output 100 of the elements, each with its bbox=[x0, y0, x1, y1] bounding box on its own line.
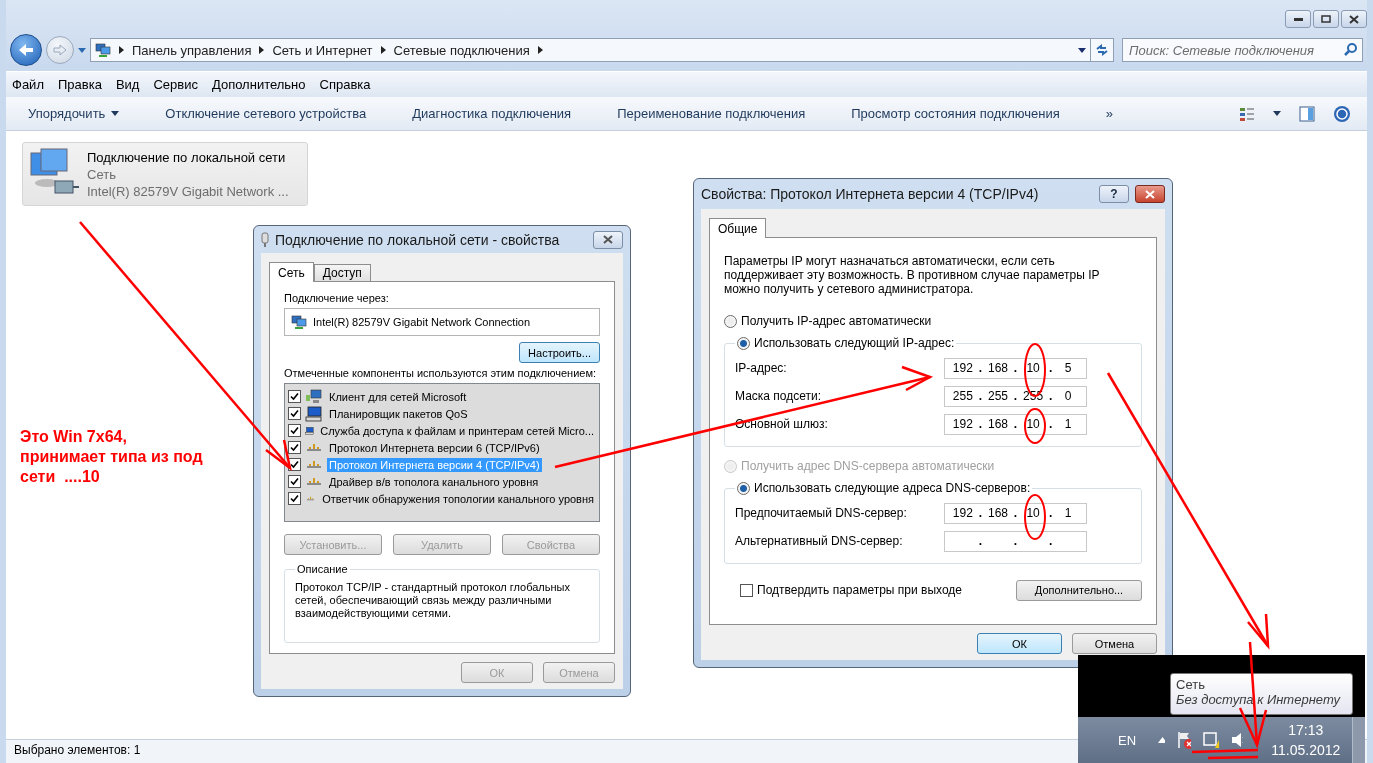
network-warning-icon[interactable] bbox=[1203, 731, 1219, 749]
component-item[interactable]: Клиент для сетей Microsoft bbox=[327, 389, 469, 404]
help-button[interactable]: ? bbox=[1099, 185, 1129, 203]
caret-icon bbox=[1273, 111, 1281, 116]
section-label: Подключение через: bbox=[284, 292, 390, 304]
component-item[interactable]: Планировщик пакетов QoS bbox=[327, 406, 470, 421]
octet-separator: . bbox=[1048, 361, 1053, 375]
component-item[interactable]: Служба доступа к файлам и принтерам сетей Micro... bbox=[318, 423, 596, 438]
breadcrumb-item[interactable]: Панель управления bbox=[132, 42, 252, 58]
toolbar-button[interactable]: Просмотр состояния подключения bbox=[845, 102, 1066, 125]
menu-item[interactable]: Дополнительно bbox=[211, 77, 306, 92]
octet-separator: . bbox=[1048, 506, 1053, 520]
field-label: Альтернативный DNS-сервер: bbox=[735, 534, 904, 548]
flag-error-icon[interactable] bbox=[1177, 731, 1192, 749]
component-item[interactable]: Ответчик обнаружения топологии канального уровня bbox=[320, 491, 596, 506]
section-label: Отмеченные компоненты используются этим подключением: bbox=[284, 367, 598, 379]
ip-address-field[interactable]: 192 . 168 . 10 . 1 bbox=[944, 502, 1087, 524]
protocol-icon bbox=[307, 478, 321, 485]
up-arrow-icon[interactable] bbox=[1158, 737, 1166, 743]
ip-octet: 1 bbox=[1063, 505, 1073, 521]
breadcrumb-item[interactable]: Сетевые подключения bbox=[393, 42, 530, 58]
close-button[interactable] bbox=[593, 230, 623, 249]
minimize-button[interactable] bbox=[1285, 10, 1311, 28]
tooltip-title: Сеть bbox=[1176, 677, 1206, 692]
advanced-button[interactable]: Дополнительно... bbox=[1016, 579, 1142, 601]
checkbox[interactable] bbox=[740, 583, 753, 597]
menu-item[interactable]: Файл bbox=[12, 77, 44, 92]
menu-item[interactable]: Вид bbox=[115, 77, 140, 92]
minimize-icon bbox=[1293, 17, 1303, 21]
checkbox[interactable] bbox=[288, 390, 301, 403]
refresh-button[interactable] bbox=[1090, 38, 1114, 62]
component-item[interactable]: Протокол Интернета версии 6 (TCP/IPv6) bbox=[327, 440, 542, 455]
close-button[interactable] bbox=[1341, 10, 1367, 28]
ip-octet: 192 bbox=[951, 416, 974, 432]
field-label: Предпочитаемый DNS-сервер: bbox=[735, 506, 908, 520]
radio-button[interactable] bbox=[737, 336, 750, 350]
tab[interactable]: Доступ bbox=[313, 264, 371, 281]
annotation-note: Это Win 7x64, принимает типа из под сети ....10 bbox=[20, 427, 204, 487]
breadcrumb-item[interactable]: Сеть и Интернет bbox=[272, 42, 373, 58]
octet-separator: . bbox=[1013, 417, 1018, 431]
configure-button[interactable]: Настроить... bbox=[519, 342, 600, 363]
clock-time[interactable]: 17:13 bbox=[1288, 722, 1324, 738]
network-computer-icon bbox=[95, 42, 111, 58]
radio-button[interactable] bbox=[737, 481, 750, 495]
checkbox[interactable] bbox=[288, 492, 301, 505]
search-field[interactable]: Поиск: Сетевые подключения bbox=[1122, 38, 1363, 62]
ip-octet: 168 bbox=[986, 416, 1009, 432]
caret-icon bbox=[78, 47, 86, 53]
address-bar[interactable]: Панель управления Сеть и Интернет Сетевые подключения bbox=[90, 38, 1091, 62]
checkbox[interactable] bbox=[288, 441, 301, 454]
close-icon bbox=[603, 235, 613, 244]
checkbox[interactable] bbox=[288, 407, 301, 420]
ip-address-field[interactable]: 192 . 168 . 10 . 1 bbox=[944, 413, 1087, 435]
tab[interactable]: Общие bbox=[709, 218, 767, 238]
checkbox[interactable] bbox=[288, 475, 301, 488]
close-button[interactable] bbox=[1135, 185, 1165, 203]
dialog-button[interactable]: ОК bbox=[977, 633, 1062, 654]
caret-icon bbox=[111, 111, 120, 116]
ip-octet: 192 bbox=[951, 360, 974, 376]
connection-name: Подключение по локальной сети bbox=[87, 149, 287, 165]
radio-label: Использовать следующий IP-адрес: bbox=[754, 336, 955, 350]
dialog-button[interactable]: Отмена bbox=[1072, 633, 1157, 654]
close-icon bbox=[1145, 189, 1155, 199]
forward-arrow-icon bbox=[53, 44, 67, 56]
view-options-icon[interactable] bbox=[1239, 105, 1255, 122]
octet-separator: . bbox=[978, 417, 983, 431]
checkbox[interactable] bbox=[288, 424, 301, 437]
protocol-icon bbox=[307, 444, 321, 451]
ip-address-field[interactable]: . . . bbox=[944, 530, 1087, 552]
restore-icon bbox=[1321, 15, 1331, 23]
group-title: Описание bbox=[296, 563, 349, 575]
octet-separator: . bbox=[978, 389, 983, 403]
toolbar-button[interactable]: Диагностика подключения bbox=[406, 102, 578, 125]
toolbar-menu-button[interactable]: Упорядочить bbox=[22, 102, 126, 125]
field-label: Маска подсети: bbox=[735, 389, 823, 403]
octet-separator: . bbox=[1048, 417, 1053, 431]
octet-separator: . bbox=[978, 361, 983, 375]
ip-octet: 0 bbox=[1063, 388, 1073, 404]
ip-address-field[interactable]: 192 . 168 . 10 . 5 bbox=[944, 357, 1087, 379]
toolbar-button[interactable]: Отключение сетевого устройства bbox=[159, 102, 373, 125]
connection-tile[interactable]: Подключение по локальной сети Сеть Intel(R) 82579V Gigabit Network ... bbox=[22, 142, 308, 206]
radio-button[interactable] bbox=[724, 314, 737, 328]
octet-separator: . bbox=[1013, 389, 1018, 403]
more-button[interactable]: » bbox=[1099, 102, 1119, 125]
maximize-button[interactable] bbox=[1313, 10, 1339, 28]
toolbar-button[interactable]: Переименование подключения bbox=[611, 102, 812, 125]
menu-item[interactable]: Сервис bbox=[153, 77, 198, 92]
ip-octet: 255 bbox=[986, 388, 1009, 404]
preview-pane-icon[interactable] bbox=[1299, 105, 1315, 122]
back-button[interactable] bbox=[10, 34, 42, 66]
menu-item[interactable]: Справка bbox=[319, 77, 371, 92]
tab[interactable]: Сеть bbox=[269, 262, 314, 282]
search-icon bbox=[1344, 43, 1357, 56]
clock-date[interactable]: 11.05.2012 bbox=[1271, 742, 1341, 758]
network-client-icon bbox=[305, 388, 323, 405]
component-item[interactable]: Драйвер в/в тополога канального уровня bbox=[327, 474, 541, 489]
menu-item[interactable]: Правка bbox=[57, 77, 102, 92]
speaker-icon[interactable] bbox=[1230, 732, 1244, 748]
octet-separator: . bbox=[978, 506, 983, 520]
octet-separator: . bbox=[978, 534, 983, 548]
